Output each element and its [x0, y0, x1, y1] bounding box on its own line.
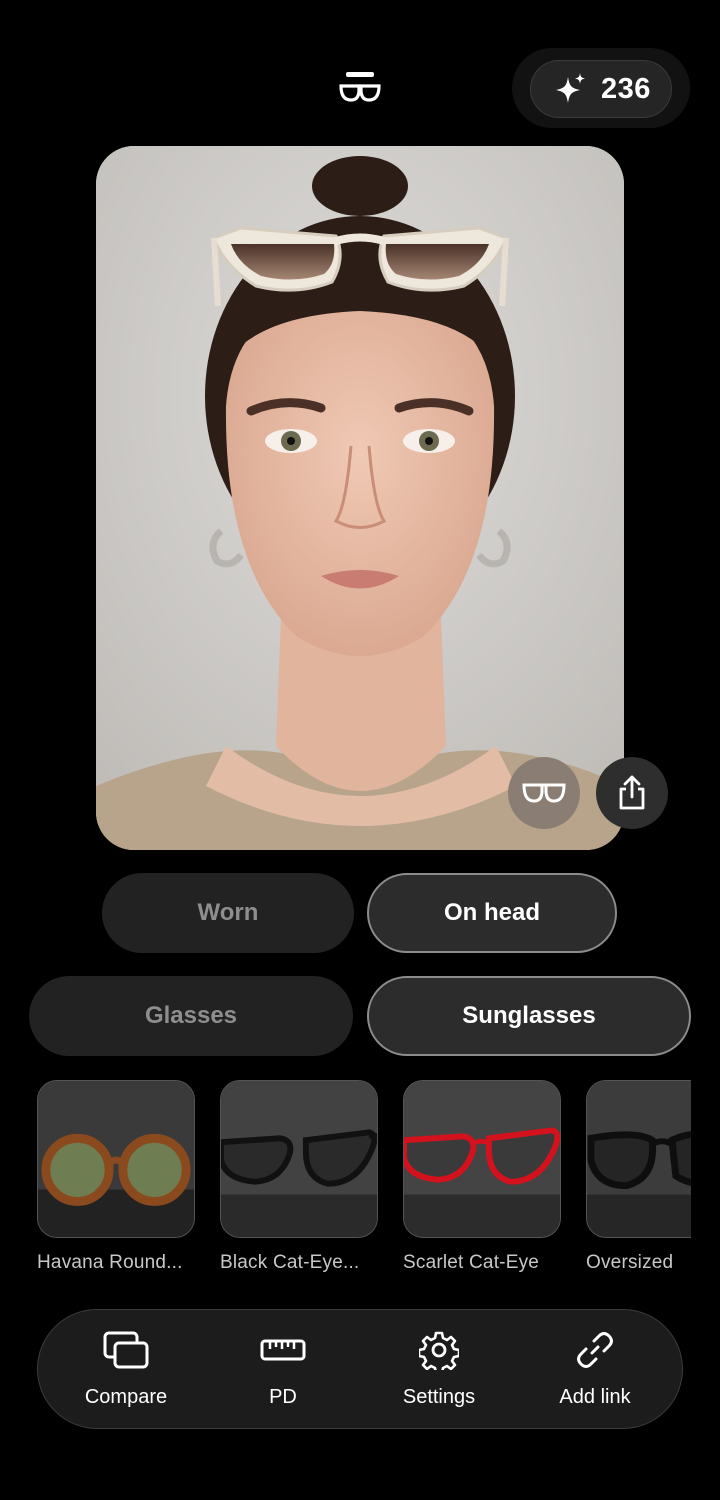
- product-name: Oversized: [586, 1252, 674, 1273]
- bottom-toolbar: Compare PD Settings Add link: [37, 1309, 683, 1429]
- pd-label: PD: [269, 1386, 297, 1408]
- product-item[interactable]: Havana Round...: [37, 1080, 195, 1274]
- share-icon: [619, 775, 645, 810]
- product-name: Scarlet Cat-Eye: [403, 1252, 540, 1273]
- gear-icon: [415, 1328, 463, 1372]
- product-thumbnail: [586, 1080, 691, 1238]
- product-item[interactable]: Oversized: [586, 1080, 691, 1274]
- mode-worn-button[interactable]: Worn: [102, 873, 354, 953]
- pd-button[interactable]: PD: [213, 1328, 353, 1409]
- compare-label: Compare: [84, 1386, 168, 1408]
- settings-button[interactable]: Settings: [369, 1328, 509, 1409]
- link-icon: [571, 1328, 619, 1372]
- add-link-button[interactable]: Add link: [525, 1328, 665, 1409]
- product-name: Havana Round...: [37, 1252, 183, 1273]
- try-on-preview-image: [96, 146, 624, 850]
- product-item[interactable]: Scarlet Cat-Eye: [403, 1080, 561, 1274]
- product-carousel[interactable]: Havana Round... Black Cat-Eye... Scarlet…: [37, 1080, 691, 1280]
- add-link-label: Add link: [559, 1386, 631, 1408]
- compare-button[interactable]: Compare: [56, 1328, 196, 1409]
- glasses-logo-icon: [336, 70, 384, 106]
- product-name: Black Cat-Eye...: [220, 1252, 360, 1273]
- share-button[interactable]: [596, 757, 668, 829]
- settings-label: Settings: [402, 1386, 476, 1408]
- category-sunglasses-button[interactable]: Sunglasses: [367, 976, 691, 1056]
- mode-on-head-button[interactable]: On head: [367, 873, 617, 953]
- sparkle-icon: [556, 73, 585, 103]
- product-item[interactable]: Black Cat-Eye...: [220, 1080, 378, 1274]
- glasses-icon: [522, 783, 566, 803]
- credits-button[interactable]: 236: [530, 60, 672, 118]
- compare-icon: [102, 1328, 150, 1372]
- product-thumbnail: [37, 1080, 195, 1238]
- ruler-icon: [259, 1328, 307, 1372]
- credits-count: 236: [601, 72, 651, 105]
- product-thumbnail: [403, 1080, 561, 1238]
- category-glasses-button[interactable]: Glasses: [29, 976, 353, 1056]
- glasses-toggle-button[interactable]: [508, 757, 580, 829]
- product-thumbnail: [220, 1080, 378, 1238]
